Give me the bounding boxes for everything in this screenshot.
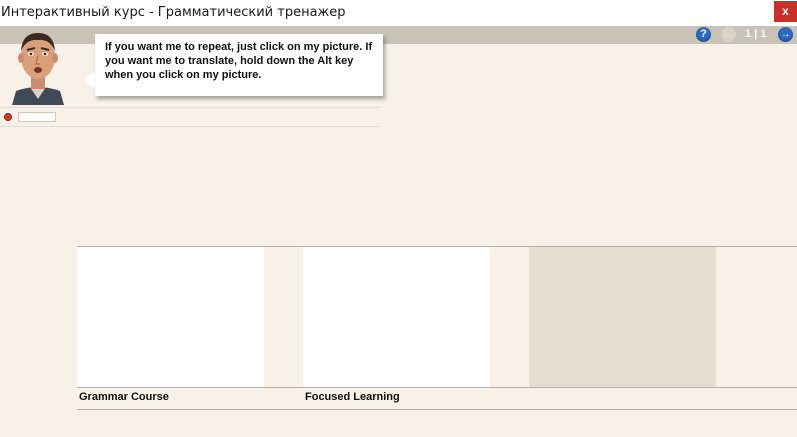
help-icon[interactable]: ? <box>696 27 711 42</box>
speech-bubble: If you want me to repeat, just click on … <box>95 34 383 96</box>
course-label-rule <box>77 387 797 388</box>
title-bar: Интерактивный курс - Грамматический трен… <box>0 0 797 26</box>
record-indicator-icon[interactable] <box>4 113 12 121</box>
course-card-focused[interactable] <box>303 247 490 387</box>
divider <box>0 107 380 108</box>
course-card-placeholder <box>529 247 716 387</box>
course-bottom-rule <box>77 409 797 410</box>
divider <box>0 126 380 127</box>
assistant-message: If you want me to repeat, just click on … <box>105 41 373 81</box>
presenter-face-icon <box>12 33 64 105</box>
presenter-avatar[interactable] <box>10 27 66 105</box>
page-indicator: 1 | 1 <box>745 28 767 40</box>
course-label-grammar[interactable]: Grammar Course <box>79 391 169 403</box>
course-card-grammar[interactable] <box>77 247 264 387</box>
close-button[interactable]: x <box>774 1 797 22</box>
recording-level-field <box>18 112 56 122</box>
window-title: Интерактивный курс - Грамматический трен… <box>1 5 346 20</box>
next-page-icon[interactable]: → <box>778 27 793 42</box>
course-label-focused[interactable]: Focused Learning <box>305 391 400 403</box>
previous-page-icon[interactable]: ← <box>721 27 736 42</box>
